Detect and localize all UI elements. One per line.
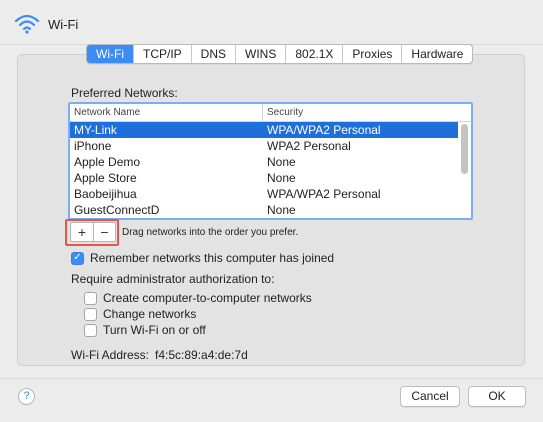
create-networks-checkbox[interactable]: [84, 291, 97, 305]
tab-wins[interactable]: WINS: [235, 45, 285, 63]
network-name: MY-Link: [74, 123, 117, 137]
network-name: Apple Store: [74, 171, 137, 185]
footer-divider: [0, 378, 543, 379]
drag-hint: Drag networks into the order you prefer.: [122, 227, 299, 238]
table-row[interactable]: Apple Demo None: [70, 154, 458, 170]
ok-button[interactable]: OK: [468, 386, 526, 407]
network-security: None: [267, 171, 296, 185]
remove-network-button[interactable]: −: [93, 223, 115, 241]
network-security: WPA/WPA2 Personal: [267, 123, 381, 137]
network-name: GuestConnectD: [74, 203, 160, 217]
change-networks-label: Change networks: [103, 307, 197, 321]
admin-heading: Require administrator authorization to:: [71, 272, 275, 286]
tab-dns[interactable]: DNS: [190, 45, 235, 63]
table-header: Network Name Security: [70, 104, 471, 122]
cancel-button[interactable]: Cancel: [400, 386, 460, 407]
table-scrollbar[interactable]: [461, 124, 468, 174]
preferred-networks-table[interactable]: Network Name Security MY-Link WPA/WPA2 P…: [68, 102, 473, 220]
toggle-wifi-checkbox[interactable]: [84, 323, 97, 337]
network-security: WPA/WPA2 Personal: [267, 187, 381, 201]
column-security[interactable]: Security: [263, 104, 303, 121]
tab-proxies[interactable]: Proxies: [342, 45, 401, 63]
network-security: None: [267, 155, 296, 169]
admin-option-change[interactable]: Change networks: [84, 307, 196, 321]
change-networks-checkbox[interactable]: [84, 307, 97, 321]
table-row[interactable]: Apple Store None: [70, 170, 458, 186]
window-title: Wi-Fi: [48, 16, 79, 32]
table-row[interactable]: iPhone WPA2 Personal: [70, 138, 458, 154]
tab-hardware[interactable]: Hardware: [401, 45, 472, 63]
admin-option-create[interactable]: Create computer-to-computer networks: [84, 291, 312, 305]
wifi-icon: [14, 14, 40, 34]
network-security: None: [267, 203, 296, 217]
remember-networks-option[interactable]: ✓ Remember networks this computer has jo…: [71, 251, 334, 265]
window-header: Wi-Fi: [14, 13, 78, 35]
network-security: WPA2 Personal: [267, 139, 351, 153]
admin-option-toggle[interactable]: Turn Wi-Fi on or off: [84, 323, 206, 337]
network-name: iPhone: [74, 139, 112, 153]
network-name: Baobeijihua: [74, 187, 137, 201]
table-row[interactable]: Baobeijihua WPA/WPA2 Personal: [70, 186, 458, 202]
wifi-address-value: f4:5c:89:a4:de:7d: [155, 348, 248, 362]
tab-tcpip[interactable]: TCP/IP: [132, 45, 191, 63]
create-networks-label: Create computer-to-computer networks: [103, 291, 312, 305]
help-button[interactable]: ?: [18, 388, 35, 405]
wifi-address-label: Wi-Fi Address:: [71, 348, 150, 362]
tab-bar: Wi-Fi TCP/IP DNS WINS 802.1X Proxies Har…: [86, 44, 474, 64]
tab-wifi[interactable]: Wi-Fi: [87, 45, 133, 63]
wifi-address: Wi-Fi Address: f4:5c:89:a4:de:7d: [71, 348, 248, 362]
network-name: Apple Demo: [74, 155, 141, 169]
table-row[interactable]: MY-Link WPA/WPA2 Personal: [70, 122, 458, 138]
add-remove-control: + −: [70, 222, 116, 242]
remember-networks-checkbox[interactable]: ✓: [71, 251, 84, 265]
remember-networks-label: Remember networks this computer has join…: [90, 251, 335, 265]
add-network-button[interactable]: +: [71, 223, 93, 241]
column-network-name[interactable]: Network Name: [70, 104, 263, 121]
table-row[interactable]: GuestConnectD None: [70, 202, 458, 218]
toggle-wifi-label: Turn Wi-Fi on or off: [103, 323, 206, 337]
preferred-networks-label: Preferred Networks:: [71, 86, 178, 100]
tab-8021x[interactable]: 802.1X: [285, 45, 342, 63]
